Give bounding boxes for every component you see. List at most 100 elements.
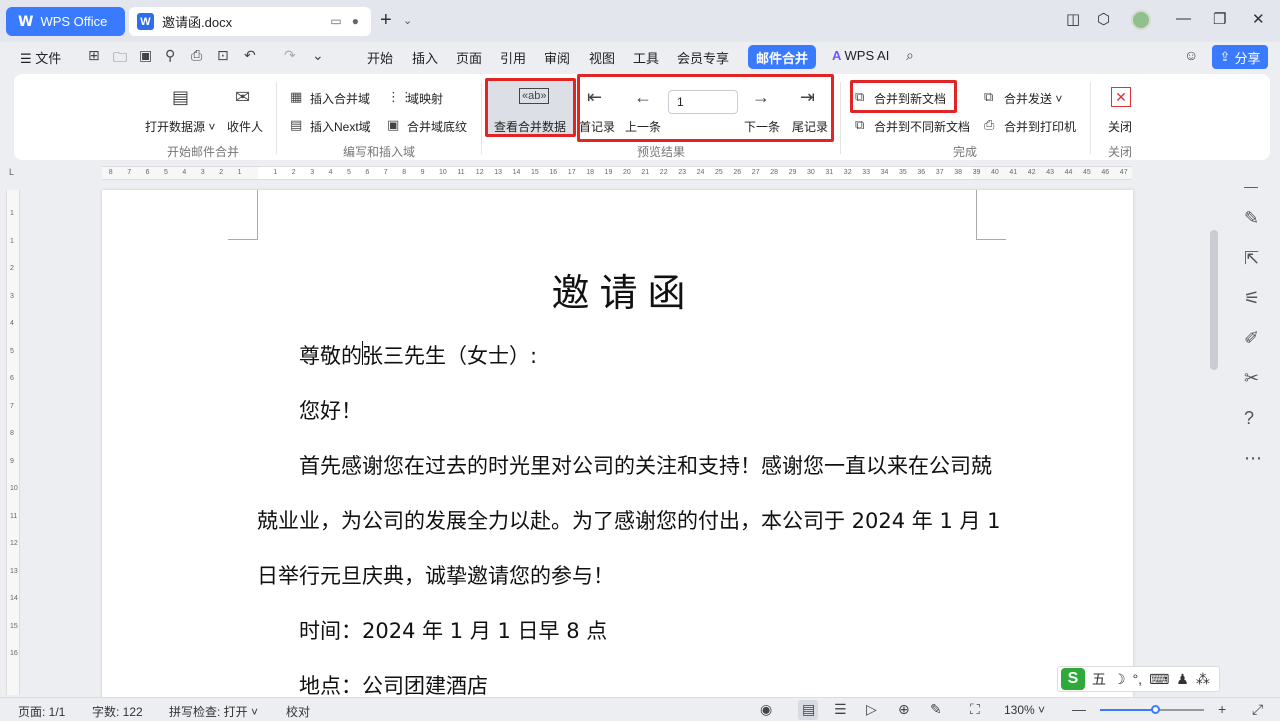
merge-to-printer-button[interactable]: 合并到打印机 [1004, 118, 1076, 135]
document-tab[interactable]: W 邀请函.docx ▭ ● [129, 7, 371, 36]
merge-send-button[interactable]: 合并发送 ˅ [1004, 90, 1062, 107]
share-button[interactable]: ⇪ 分享 [1212, 45, 1268, 69]
tab-mail-merge[interactable]: 邮件合并 [748, 45, 816, 69]
page-view-icon[interactable]: ▤ [802, 701, 815, 718]
tab-reference[interactable]: 引用 [500, 48, 526, 67]
merge-send-icon: ⧉ [984, 89, 994, 104]
tab-page[interactable]: 页面 [456, 48, 482, 67]
eye-icon[interactable]: ◉ [760, 701, 772, 718]
zoom-in-icon[interactable]: + [1218, 701, 1226, 717]
more-chevron-down-icon[interactable]: ⌄ [312, 47, 324, 64]
vertical-scrollbar[interactable] [1210, 230, 1218, 370]
user-icon[interactable]: ♟ [1176, 671, 1189, 688]
punctuation-icon[interactable]: °, [1133, 671, 1143, 687]
print-preview-icon[interactable]: ⊡ [217, 47, 229, 64]
more-icon[interactable]: ⋯ [1244, 448, 1262, 469]
field-map-button[interactable]: 域映射 [407, 90, 443, 107]
screen-icon[interactable]: ▭ [330, 14, 341, 28]
tab-review[interactable]: 审阅 [544, 48, 570, 67]
ruler-tick-label: 25 [715, 169, 723, 176]
apps-grid-icon[interactable]: ⁂ [1196, 671, 1210, 688]
outline-view-icon[interactable]: ☰ [834, 701, 847, 718]
place-line: 地点：公司团建酒店 [299, 674, 488, 698]
word-count[interactable]: 字数: 122 [92, 703, 143, 720]
restore-icon[interactable]: ❐ [1213, 10, 1226, 28]
ruler-tick-label: 26 [733, 169, 742, 176]
file-menu[interactable]: ☰ 文件 [20, 48, 61, 67]
document-page[interactable]: 邀请函 尊敬的张三先生（女士）: 您好！ 首先感谢您在过去的时光里对公司的关注和… [102, 190, 1133, 700]
ruler-corner-icon[interactable]: L [9, 167, 14, 177]
vertical-ruler[interactable]: 1 1 2 3 4 5 6 7 8 9 10 11 12 13 14 15 16 [6, 190, 20, 695]
close-merge-button[interactable]: 关闭 [1108, 118, 1132, 135]
collapse-panel-icon[interactable]: — [1244, 178, 1258, 194]
tools-icon[interactable]: ✂ [1244, 368, 1259, 389]
print-icon[interactable]: ⎙ [191, 47, 202, 64]
redo-icon[interactable]: ↷ [284, 47, 296, 64]
help-icon[interactable]: ? [1244, 408, 1254, 429]
open-data-source-button[interactable]: 打开数据源 ˅ [145, 118, 215, 135]
sidebar-toggle-icon[interactable]: ◫ [1066, 10, 1080, 28]
fullscreen-icon[interactable]: ⤢ [1252, 701, 1263, 718]
new-tab-plus-icon[interactable]: + [380, 9, 392, 32]
paragraph-line-1: 首先感谢您在过去的时光里对公司的关注和支持！感谢您一直以来在公司兢 [299, 454, 992, 478]
new-doc-icon[interactable]: ⊞ [88, 47, 100, 64]
title-bar: W WPS Office W 邀请函.docx ▭ ● + ⌄ ◫ ⬡ — ❐ … [0, 0, 1280, 42]
ruler-tick-label: 35 [899, 169, 907, 176]
vruler-tick-label: 1 [10, 210, 14, 217]
field-shading-button[interactable]: 合并域底纹 [407, 118, 467, 135]
moon-icon[interactable]: ☽ [1113, 671, 1126, 688]
sliders-icon[interactable]: ⚟ [1244, 288, 1260, 309]
undo-icon[interactable]: ↶ [244, 47, 256, 64]
pen-icon[interactable]: ✎ [1244, 208, 1259, 229]
avatar[interactable] [1131, 10, 1151, 30]
new-tab-chevron-down-icon[interactable]: ⌄ [403, 14, 412, 27]
open-folder-icon[interactable]: 🗀 [113, 47, 127, 71]
save-icon[interactable]: ▣ [139, 47, 152, 64]
keyboard-icon[interactable]: ⌨ [1149, 671, 1169, 688]
minimize-icon[interactable]: — [1176, 10, 1191, 27]
spellcheck-status[interactable]: 拼写检查: 打开 ˅ [169, 703, 258, 720]
ime-mode[interactable]: 五 [1092, 669, 1106, 689]
proofread-button[interactable]: 校对 [286, 703, 310, 720]
page-count[interactable]: 页面: 1/1 [18, 703, 65, 720]
play-icon[interactable]: ▷ [866, 701, 877, 718]
pen-mode-icon[interactable]: ✎ [930, 701, 942, 718]
zoom-level[interactable]: 130% ˅ [1004, 703, 1045, 717]
close-merge-icon[interactable]: ✕ [1111, 87, 1131, 107]
close-window-icon[interactable]: ✕ [1252, 10, 1265, 28]
database-icon[interactable]: ▤ [172, 88, 189, 106]
tab-view[interactable]: 视图 [589, 48, 615, 67]
tab-dot-icon[interactable]: ● [352, 14, 359, 28]
cursor-select-icon[interactable]: ⇱ [1244, 248, 1259, 269]
ruler-tick-label: 46 [1101, 169, 1110, 176]
recipients-button[interactable]: 收件人 [227, 118, 263, 135]
share-link-icon[interactable]: ⚲ [165, 47, 175, 64]
ruler-tick-label: 42 [1027, 169, 1036, 176]
tab-insert[interactable]: 插入 [412, 48, 438, 67]
insert-merge-field-button[interactable]: 插入合并域 [310, 90, 370, 107]
ruler-tick-label: 33 [862, 169, 870, 176]
ruler-tick-label: 1 [237, 169, 242, 176]
wps-ai-button[interactable]: A WPS AI [832, 48, 889, 63]
menu-hamburger-icon: ☰ [20, 51, 36, 66]
ime-toolbar[interactable]: S 五 ☽ °, ⌨ ♟ ⁂ [1057, 666, 1220, 692]
zoom-out-icon[interactable]: — [1072, 701, 1086, 717]
wps-office-tab[interactable]: W WPS Office [6, 7, 125, 36]
web-view-icon[interactable]: ⊕ [898, 701, 910, 718]
tab-member[interactable]: 会员专享 [677, 48, 729, 67]
cube-icon[interactable]: ⬡ [1097, 10, 1110, 28]
tab-start[interactable]: 开始 [367, 48, 393, 67]
search-icon[interactable]: ⌕ [906, 47, 914, 64]
mail-icon[interactable]: ✉ [235, 88, 250, 106]
merge-diff-docs-icon: ⧉ [855, 117, 865, 132]
ruler-tick-label: 5 [164, 169, 168, 176]
fit-page-icon[interactable]: ⛶ [970, 701, 980, 718]
insert-next-field-button[interactable]: 插入Next域 [310, 118, 371, 135]
ruler-tick-label: 4 [182, 169, 187, 176]
menu-bar: ☰ 文件 ⊞ 🗀 ▣ ⚲ ⎙ ⊡ ↶ ↷ ⌄ 开始 插入 页面 引用 审阅 视图… [0, 42, 1280, 72]
zoom-slider-knob[interactable] [1151, 705, 1161, 714]
tab-tools[interactable]: 工具 [633, 48, 659, 67]
edit-shape-icon[interactable]: ✐ [1244, 328, 1259, 349]
chat-bubble-icon[interactable]: ☺ [1184, 47, 1198, 63]
merge-to-different-docs-button[interactable]: 合并到不同新文档 [874, 118, 970, 135]
